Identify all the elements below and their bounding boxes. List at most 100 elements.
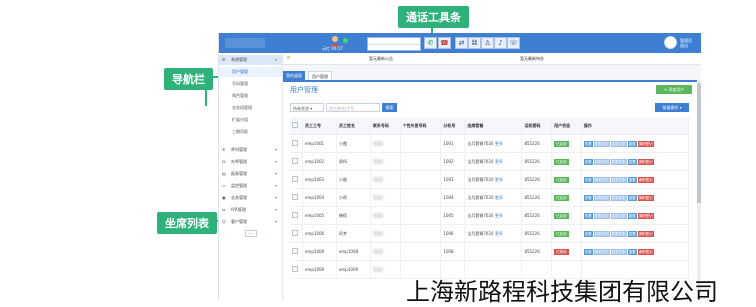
more-link[interactable]: 更多 [495,177,503,182]
user-name[interactable]: 管理员 退出 [680,38,692,48]
more-link[interactable]: 更多 [495,213,503,218]
action-button[interactable]: 权限控制 [593,248,610,255]
action-button[interactable]: 重置 [627,248,637,255]
batch-actions-button[interactable]: 批量操作 ▾ [655,103,689,112]
sidebar-item-system[interactable]: ⚙ 系统管理 ▾ [219,55,282,65]
action-button[interactable]: 离职登记 [637,176,654,183]
action-button[interactable]: 离职登记 [637,248,654,255]
add-user-button[interactable]: + 添加用户 [656,85,692,94]
scrollbar[interactable] [697,80,701,300]
table-row[interactable]: emp1003 小磊 1003 当月套餐7020 更多 855226 已启用 查看 权限控制权… [290,170,690,189]
action-button[interactable]: 查看 [583,248,593,255]
more-link[interactable]: 更多 [495,159,503,164]
more-link[interactable]: 更多 [495,141,503,146]
announcement-text[interactable]: 暂无最新公告 [369,53,393,64]
action-button[interactable]: 重置 [627,194,637,201]
app-window: 示忙 00:17 ✆ ☎ ⇄ ⌘ ♙ ♪ ☏ 管理员 退出 ⚙ 系统管理 ▾ 用户管理… [218,33,701,300]
action-button[interactable]: 重置 [627,212,637,219]
row-checkbox[interactable] [290,152,303,171]
mute-icon[interactable]: ♪ [494,37,507,49]
action-button[interactable]: 离职登记 [637,230,654,237]
action-button[interactable]: 权限控制 [610,158,627,165]
action-button[interactable]: 权限控制 [593,140,610,147]
todo-text[interactable]: 暂无最新待办 [520,53,544,64]
flow-icon: ⇋ [222,207,226,212]
sidebar-item-help[interactable]: 三期用助 [219,127,282,137]
more-link[interactable]: 更多 [495,231,503,236]
action-button[interactable]: 权限控制 [593,194,610,201]
report-icon: ▤ [222,171,226,176]
action-button[interactable]: 重置 [627,176,637,183]
action-button[interactable]: 权限控制 [610,176,627,183]
user-avatar[interactable] [664,36,677,49]
sidebar-item-roles[interactable]: 角色管理 [219,91,282,101]
more-link[interactable]: 更多 [495,195,503,200]
action-button[interactable]: 权限控制 [593,230,610,237]
hold-icon[interactable]: ♙ [481,37,494,49]
col-emp-name: 员工姓名 [336,117,371,135]
action-button[interactable]: 离职登记 [637,194,654,201]
select-all-checkbox[interactable] [290,117,303,135]
action-button[interactable]: 重置 [627,140,637,147]
collapse-sidebar-button[interactable]: ‹ › [245,230,257,237]
cell-status: 已启用 [551,188,582,207]
action-button[interactable]: 权限控制 [610,140,627,147]
action-button[interactable]: 查看 [583,194,593,201]
table-row[interactable]: emp1001 小霞 1001 当月套餐7020 更多 855226 已启用 查看 权限控制权… [290,134,690,153]
action-button[interactable]: 重置 [627,230,637,237]
action-button[interactable]: 查看 [583,230,593,237]
conference-icon[interactable]: ⌘ [468,37,481,49]
sidebar-item-users[interactable]: 用户管理 [219,67,282,77]
table-row[interactable]: emp1002 周所 1002 当月套餐7020 更多 855226 已启用 查看 权限控制权… [290,152,690,171]
hangup-button[interactable]: ☎ [438,37,451,49]
col-phone: 联系号码 [370,117,401,135]
transfer-icon[interactable]: ⇄ [455,37,468,49]
table-row[interactable]: emp1006 阿考 1006 当月套餐7020 更多 855226 已启用 查看 权限控制权… [290,224,690,243]
action-button[interactable]: 权限控制 [593,176,610,183]
sidebar-item-numbers[interactable]: 号码管理 [219,79,282,89]
status-filter-select[interactable]: 所有状态 ▾ [290,103,324,112]
dial-input[interactable] [367,37,421,51]
action-button[interactable]: 权限控制 [610,230,627,237]
cell-phone [370,188,401,207]
action-button[interactable]: 权限控制 [610,248,627,255]
table-row[interactable]: emp1004 小帮 1004 当月套餐7020 更多 855226 已启用 查看 权限控制权… [290,188,690,207]
action-button[interactable]: 权限控制 [593,158,610,165]
action-button[interactable]: 离职登记 [637,212,654,219]
sidebar-item-business[interactable]: ▣ 业务管理 ▾ [219,193,282,203]
sidebar-item-outbound[interactable]: ☊ 外呼管理 ▾ [219,157,282,167]
keypad-icon[interactable]: ☏ [507,37,520,49]
row-checkbox[interactable] [290,260,303,279]
row-checkbox[interactable] [290,170,303,189]
row-checkbox[interactable] [290,206,303,225]
action-button[interactable]: 权限控制 [610,194,627,201]
action-button[interactable]: 查看 [583,158,593,165]
action-button[interactable]: 离职登记 [637,140,654,147]
sidebar-item-ivr[interactable]: ⇋ IVR管理 ▾ [219,205,282,215]
action-button[interactable]: 权限控制 [610,212,627,219]
action-button[interactable]: 离职登记 [637,158,654,165]
action-button[interactable]: 查看 [583,176,593,183]
row-checkbox[interactable] [290,242,303,261]
sidebar-item-report[interactable]: ▤ 报表管理 ▾ [219,169,282,179]
sidebar-item-ext-groups[interactable]: 扩展分组 [219,115,282,125]
row-checkbox[interactable] [290,134,303,153]
call-button[interactable]: ✆ [424,37,437,49]
row-checkbox[interactable] [290,224,303,243]
row-checkbox[interactable] [290,188,303,207]
table-row[interactable]: emp1008 emp1008 1008 855226 已禁用 查看 权限控制 权限控制 重置离… [290,242,690,261]
col-status: 用户状态 [551,117,582,135]
action-button[interactable]: 查看 [583,140,593,147]
sidebar-item-call[interactable]: ✆ 呼叫管理 ▾ [219,145,282,155]
sidebar-item-customers[interactable]: ☺ 客户管理 ▾ [219,217,282,227]
search-input[interactable]: 员工姓名/工号 [326,103,380,112]
sidebar-item-groups[interactable]: 业务组管理 [219,103,282,113]
sidebar-item-monitor[interactable]: ▭ 监控管理 ▾ [219,181,282,191]
tab-desktop[interactable]: 我的桌面 [283,71,305,80]
search-button[interactable]: 搜索 [382,103,397,112]
action-button[interactable]: 重置 [627,158,637,165]
action-button[interactable]: 查看 [583,212,593,219]
action-button[interactable]: 权限控制 [593,212,610,219]
phone-icon: ✆ [222,147,226,152]
table-row[interactable]: emp1005 楠宿 1005 当月套餐7020 更多 855226 已启用 查看 权限控制权… [290,206,690,225]
